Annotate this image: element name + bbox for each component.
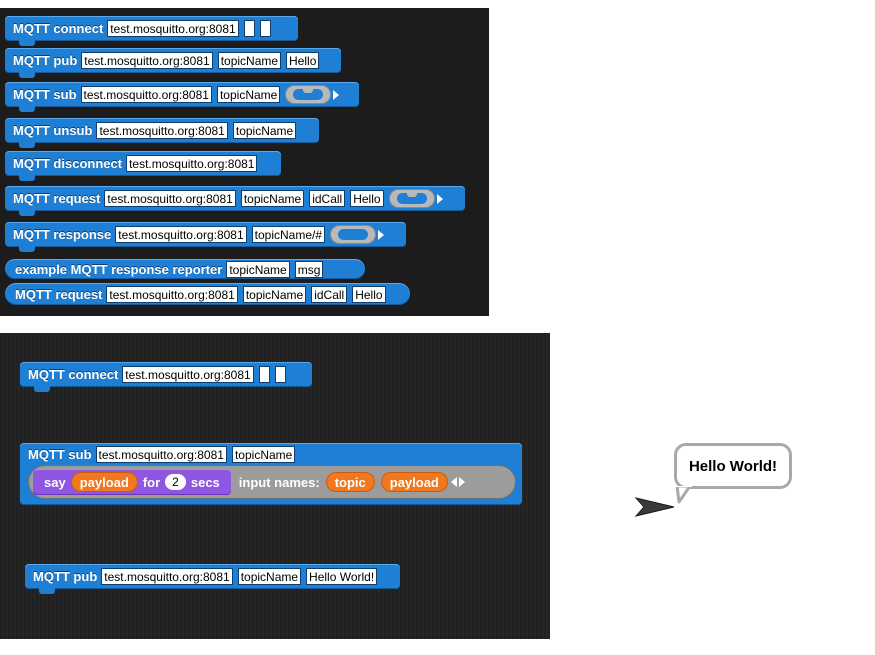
id-slot[interactable]: idCall (309, 190, 346, 207)
mqtt-disconnect-block[interactable]: MQTT disconnect test.mosquitto.org:8081 (5, 151, 281, 181)
secs-label: secs (190, 474, 220, 490)
id-slot[interactable]: idCall (311, 285, 348, 303)
expand-arrow-icon[interactable] (333, 89, 340, 100)
options-slot[interactable] (274, 366, 286, 383)
block-label: MQTT sub (13, 87, 77, 102)
topic-slot[interactable]: topicName (232, 122, 297, 139)
topic-slot[interactable]: topicName (216, 86, 281, 103)
block-label: MQTT request (13, 191, 101, 206)
secs-input[interactable]: 2 (165, 474, 186, 490)
expand-arrow-icon[interactable] (436, 193, 443, 204)
mqtt-request-reporter-block[interactable]: MQTT request test.mosquitto.org:8081 top… (5, 283, 410, 305)
topic-slot[interactable]: topicName (226, 260, 290, 278)
example-mqtt-response-reporter-block[interactable]: example MQTT response reporter topicName… (5, 259, 365, 279)
payload-parameter[interactable]: payload (380, 472, 448, 492)
sub-block-header: MQTT sub test.mosquitto.org:8081 topicNa… (28, 446, 300, 463)
broker-slot[interactable]: test.mosquitto.org:8081 (106, 285, 238, 303)
broker-slot[interactable]: test.mosquitto.org:8081 (104, 190, 236, 207)
broker-slot[interactable]: test.mosquitto.org:8081 (115, 226, 247, 243)
payload-variable[interactable]: payload (70, 472, 138, 492)
say-for-secs-block[interactable]: say payload for 2 secs (33, 469, 231, 495)
options-slot[interactable] (258, 366, 270, 383)
broker-slot[interactable]: test.mosquitto.org:8081 (81, 52, 213, 69)
options-slot[interactable] (243, 20, 255, 37)
msg-slot[interactable]: msg (294, 260, 324, 278)
block-palette-panel: MQTT connect test.mosquitto.org:8081 MQT… (0, 8, 489, 316)
broker-slot[interactable]: test.mosquitto.org:8081 (122, 366, 254, 383)
topic-slot[interactable]: topicName (237, 568, 302, 585)
script-mqtt-sub-block[interactable]: MQTT sub test.mosquitto.org:8081 topicNa… (20, 443, 522, 505)
script-mqtt-pub-block[interactable]: MQTT pub test.mosquitto.org:8081 topicNa… (25, 564, 400, 594)
block-label: MQTT pub (33, 569, 98, 584)
message-slot[interactable]: Hello (350, 190, 384, 207)
mqtt-request-block[interactable]: MQTT request test.mosquitto.org:8081 top… (5, 186, 465, 216)
turtle-sprite-arrow-icon[interactable] (634, 496, 676, 518)
block-label: MQTT unsub (13, 123, 93, 138)
mqtt-sub-block[interactable]: MQTT sub test.mosquitto.org:8081 topicNa… (5, 82, 359, 112)
broker-slot[interactable]: test.mosquitto.org:8081 (107, 20, 239, 37)
message-slot[interactable]: Hello (286, 52, 320, 69)
broker-slot[interactable]: test.mosquitto.org:8081 (126, 155, 258, 172)
script-mqtt-connect-block[interactable]: MQTT connect test.mosquitto.org:8081 (20, 362, 312, 392)
for-label: for (142, 474, 161, 490)
block-label: MQTT connect (28, 367, 119, 382)
collapse-arrow-icon[interactable] (450, 477, 457, 487)
mqtt-pub-block[interactable]: MQTT pub test.mosquitto.org:8081 topicNa… (5, 48, 341, 78)
broker-slot[interactable]: test.mosquitto.org:8081 (101, 568, 233, 585)
options-slot[interactable] (259, 20, 271, 37)
command-ring-slot[interactable] (388, 189, 435, 208)
ring-inner (293, 89, 324, 100)
block-label: MQTT request (15, 286, 103, 302)
block-label: MQTT connect (13, 21, 104, 36)
mqtt-unsub-block[interactable]: MQTT unsub test.mosquitto.org:8081 topic… (5, 118, 319, 148)
speech-bubble: Hello World! (674, 443, 792, 489)
ring-inner (338, 229, 369, 240)
topic-slot[interactable]: topicName (240, 190, 305, 207)
reporter-ring-slot[interactable] (330, 225, 377, 244)
command-ring-slot[interactable] (285, 85, 332, 104)
block-label: MQTT disconnect (13, 156, 123, 171)
input-names-label: input names: (238, 474, 320, 490)
parameter-arrows[interactable] (450, 477, 465, 487)
speech-bubble-text: Hello World! (688, 457, 778, 475)
broker-slot[interactable]: test.mosquitto.org:8081 (95, 446, 227, 463)
topic-slot[interactable]: topicName/# (251, 226, 326, 243)
ring-inner (396, 193, 427, 204)
topic-slot[interactable]: topicName (217, 52, 282, 69)
topic-slot[interactable]: topicName (231, 446, 296, 463)
mqtt-response-block[interactable]: MQTT response test.mosquitto.org:8081 to… (5, 222, 406, 252)
expand-arrow-icon[interactable] (458, 477, 465, 487)
broker-slot[interactable]: test.mosquitto.org:8081 (96, 122, 228, 139)
message-slot[interactable]: Hello (352, 285, 386, 303)
block-label: MQTT pub (13, 53, 78, 68)
speech-bubble-tail (676, 486, 692, 504)
topic-parameter[interactable]: topic (325, 472, 375, 492)
block-label: MQTT sub (28, 447, 92, 462)
expand-arrow-icon[interactable] (378, 229, 385, 240)
command-ring[interactable]: say payload for 2 secs input names: topi… (28, 465, 516, 499)
block-label: example MQTT response reporter (15, 261, 223, 277)
topic-slot[interactable]: topicName (242, 285, 307, 303)
say-label: say (44, 474, 66, 490)
broker-slot[interactable]: test.mosquitto.org:8081 (80, 86, 212, 103)
mqtt-connect-block[interactable]: MQTT connect test.mosquitto.org:8081 (5, 16, 298, 46)
message-slot[interactable]: Hello World! (306, 568, 378, 585)
block-label: MQTT response (13, 227, 112, 242)
